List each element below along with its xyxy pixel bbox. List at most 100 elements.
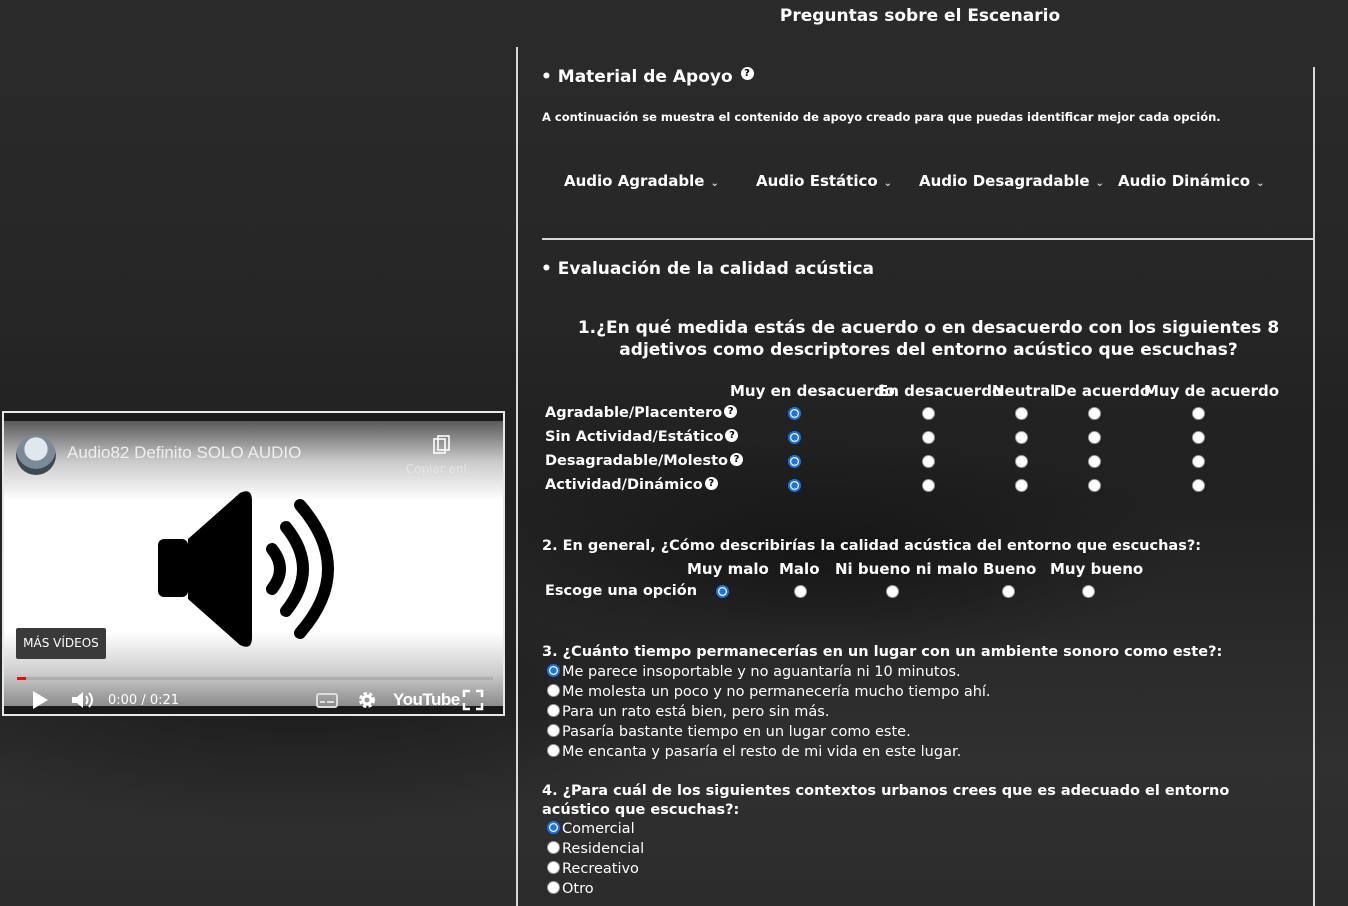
q1-row-text: Actividad/Dinámico	[545, 477, 703, 493]
q1-col-header: Muy en desacuerdo	[730, 382, 895, 400]
q1-radio[interactable]	[922, 479, 935, 492]
q1-row-label: Actividad/Dinámico?	[545, 477, 718, 493]
q4-option[interactable]: Otro	[547, 881, 594, 897]
q4-option-label: Residencial	[562, 841, 645, 857]
q1-radio[interactable]	[1192, 479, 1205, 492]
q3-radio[interactable]	[547, 684, 560, 697]
chevron-down-icon: ⌄	[1095, 178, 1104, 189]
video-time: 0:00 / 0:21	[108, 693, 180, 708]
subtitles-button[interactable]	[316, 689, 338, 711]
q4-radio[interactable]	[547, 881, 560, 894]
q4-radio[interactable]	[547, 841, 560, 854]
q3-option[interactable]: Pasaría bastante tiempo en un lugar como…	[547, 724, 911, 740]
video-screen[interactable]: Audio82 Definito SOLO AUDIO Copiar enl..…	[4, 421, 503, 711]
chevron-down-icon: ⌄	[883, 178, 893, 189]
settings-button[interactable]	[356, 689, 378, 711]
q2-radio[interactable]	[716, 585, 729, 598]
dropdown-audio-dinamico[interactable]: Audio Dinámico ⌄	[1118, 172, 1264, 190]
fullscreen-button[interactable]	[462, 689, 484, 711]
q3-radio[interactable]	[547, 664, 560, 677]
q2-row-label: Escoge una opción	[545, 583, 698, 599]
q3-radio[interactable]	[547, 724, 560, 737]
copy-link-icon	[433, 435, 450, 454]
q4-option[interactable]: Comercial	[547, 821, 635, 837]
q1-col-header: En desacuerdo	[878, 382, 1003, 400]
q3-option[interactable]: Me encanta y pasaría el resto de mi vida…	[547, 744, 961, 760]
subtitles-icon	[316, 693, 338, 708]
material-intro: A continuación se muestra el contenido d…	[542, 110, 1221, 124]
q1-radio[interactable]	[1088, 407, 1101, 420]
q1-radio[interactable]	[788, 455, 801, 468]
play-button[interactable]	[30, 689, 50, 711]
q4-option-label: Otro	[562, 881, 594, 897]
q1-radio[interactable]	[788, 479, 801, 492]
gear-icon	[359, 692, 375, 708]
video-player[interactable]: Audio82 Definito SOLO AUDIO Copiar enl..…	[2, 411, 505, 716]
q1-radio[interactable]	[1088, 431, 1101, 444]
help-icon[interactable]: ?	[740, 67, 754, 80]
q3-option[interactable]: Me molesta un poco y no permanecería muc…	[547, 684, 991, 700]
youtube-logo[interactable]: YouTube	[393, 690, 460, 712]
q1-radio[interactable]	[1015, 479, 1028, 492]
q1-radio[interactable]	[1015, 407, 1028, 420]
dropdown-audio-agradable[interactable]: Audio Agradable ⌄	[564, 172, 719, 190]
q1-radio[interactable]	[1088, 455, 1101, 468]
q1-radio[interactable]	[1192, 431, 1205, 444]
q2-radio[interactable]	[1082, 585, 1095, 598]
help-icon[interactable]: ?	[704, 477, 718, 490]
q1-radio[interactable]	[1192, 455, 1205, 468]
q2-col-header: Muy malo	[687, 560, 769, 578]
help-icon[interactable]: ?	[725, 429, 739, 442]
help-icon[interactable]: ?	[724, 405, 738, 418]
help-icon[interactable]: ?	[729, 453, 743, 466]
dropdown-label: Audio Dinámico	[1118, 172, 1251, 190]
q1-radio[interactable]	[1015, 455, 1028, 468]
more-videos-button[interactable]: MÁS VÍDEOS	[16, 628, 106, 659]
q2-col-header: Ni bueno ni malo	[835, 560, 978, 578]
dropdown-audio-desagradable[interactable]: Audio Desagradable ⌄	[919, 172, 1104, 190]
q2-radio[interactable]	[1002, 585, 1015, 598]
q1-question: 1.¿En qué medida estás de acuerdo o en d…	[577, 318, 1280, 360]
q3-option[interactable]: Para un rato está bien, pero sin más.	[547, 704, 829, 720]
evaluation-section-title: • Evaluación de la calidad acústica	[541, 259, 874, 279]
q1-col-header: Muy de acuerdo	[1144, 382, 1280, 400]
video-title[interactable]: Audio82 Definito SOLO AUDIO	[67, 443, 301, 463]
q3-option-label: Me encanta y pasaría el resto de mi vida…	[562, 744, 962, 760]
q1-radio[interactable]	[1088, 479, 1101, 492]
q1-radio[interactable]	[1192, 407, 1205, 420]
q3-option-label: Para un rato está bien, pero sin más.	[562, 704, 830, 720]
volume-button[interactable]	[70, 689, 96, 711]
q1-radio[interactable]	[922, 431, 935, 444]
q4-option[interactable]: Recreativo	[547, 861, 639, 877]
q4-radio[interactable]	[547, 861, 560, 874]
q3-option-label: Pasaría bastante tiempo en un lugar como…	[562, 724, 911, 740]
panel-border-right	[1313, 67, 1315, 906]
q4-option-label: Comercial	[562, 821, 635, 837]
q1-radio[interactable]	[922, 455, 935, 468]
play-icon	[33, 691, 48, 709]
q4-question: 4. ¿Para cuál de los siguientes contexto…	[542, 783, 1230, 818]
copy-link-button[interactable]: Copiar enl...	[402, 435, 482, 476]
q2-radio[interactable]	[794, 585, 807, 598]
q1-row-text: Sin Actividad/Estático	[545, 429, 724, 445]
dropdown-audio-estatico[interactable]: Audio Estático ⌄	[756, 172, 892, 190]
panel-border-left	[516, 47, 518, 906]
material-section-title: • Material de Apoyo ?	[541, 67, 754, 87]
q1-col-header: De acuerdo	[1054, 382, 1151, 400]
q4-radio[interactable]	[547, 821, 560, 834]
chevron-down-icon: ⌄	[1256, 178, 1265, 189]
q4-option[interactable]: Residencial	[547, 841, 644, 857]
q1-row-text: Agradable/Placentero	[545, 405, 723, 421]
q1-radio[interactable]	[922, 407, 935, 420]
q3-option[interactable]: Me parece insoportable y no aguantaría n…	[547, 664, 961, 680]
q1-radio[interactable]	[788, 431, 801, 444]
q1-radio[interactable]	[1015, 431, 1028, 444]
q1-row-label: Desagradable/Molesto?	[545, 453, 743, 469]
video-progress-bar[interactable]	[17, 677, 493, 680]
channel-avatar[interactable]	[16, 435, 56, 475]
q3-radio[interactable]	[547, 704, 560, 717]
copy-link-label: Copiar enl...	[405, 462, 479, 476]
q1-radio[interactable]	[788, 407, 801, 420]
q3-radio[interactable]	[547, 744, 560, 757]
q2-radio[interactable]	[886, 585, 899, 598]
